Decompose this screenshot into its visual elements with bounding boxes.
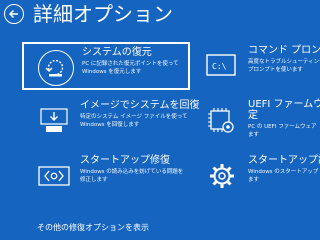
advanced-options-screen: 詳細オプション システムの復元 PC に記録された復元ポイントを使って Wind… bbox=[0, 0, 320, 240]
back-button[interactable] bbox=[4, 4, 24, 24]
option-description: 特定のシステム イメージ ファイルを使って Windows を回復します bbox=[80, 114, 188, 128]
option-system-image-recovery[interactable]: イメージでシステムを回復 特定のシステム イメージ ファイルを使って Windo… bbox=[22, 97, 200, 145]
option-title: スタートアップ設定 bbox=[248, 155, 320, 166]
option-uefi-firmware-settings[interactable]: UEFI ファームウェア 定 PC の UEFI ファームウェア ます bbox=[190, 97, 320, 145]
option-title: UEFI ファームウェア 定 bbox=[248, 99, 320, 121]
startup-repair-icon bbox=[36, 158, 72, 194]
option-title: システムの復元 bbox=[82, 47, 152, 58]
option-description: Windows の読み込みを妨げている問題を 修正します bbox=[80, 169, 184, 183]
option-title: イメージでシステムを回復 bbox=[80, 100, 200, 111]
option-title: コマンド プロンプト bbox=[248, 45, 320, 56]
option-startup-settings[interactable]: スタートアップ設定 Windows のスタートアップ ます bbox=[190, 152, 320, 200]
option-description: Windows のスタートアップ ます bbox=[248, 169, 319, 183]
option-description: PC の UEFI ファームウェア ます bbox=[248, 124, 317, 138]
option-command-prompt[interactable]: C:\ コマンド プロンプト 高度なトラブルシューティングのために プロンプトを… bbox=[190, 42, 320, 90]
option-description: PC に記録された復元ポイントを使って Windows を復元します bbox=[82, 61, 179, 75]
system-image-recovery-icon bbox=[36, 103, 72, 139]
command-prompt-icon: C:\ bbox=[204, 48, 240, 84]
system-restore-icon bbox=[38, 50, 74, 86]
page-title: 詳細オプション bbox=[33, 2, 173, 26]
back-arrow-icon bbox=[8, 9, 18, 19]
option-startup-repair[interactable]: スタートアップ修復 Windows の読み込みを妨げている問題を 修正します bbox=[22, 152, 190, 200]
uefi-settings-icon bbox=[204, 103, 240, 139]
option-description: 高度なトラブルシューティングのために プロンプトを使います bbox=[248, 59, 320, 73]
option-title: スタートアップ修復 bbox=[80, 155, 170, 166]
more-recovery-options-link[interactable]: その他の修復オプションを表示 bbox=[37, 222, 149, 233]
option-system-restore[interactable]: システムの復元 PC に記録された復元ポイントを使って Windows を復元し… bbox=[22, 42, 190, 90]
svg-text:C:\: C:\ bbox=[212, 62, 227, 71]
startup-settings-icon bbox=[204, 158, 240, 194]
